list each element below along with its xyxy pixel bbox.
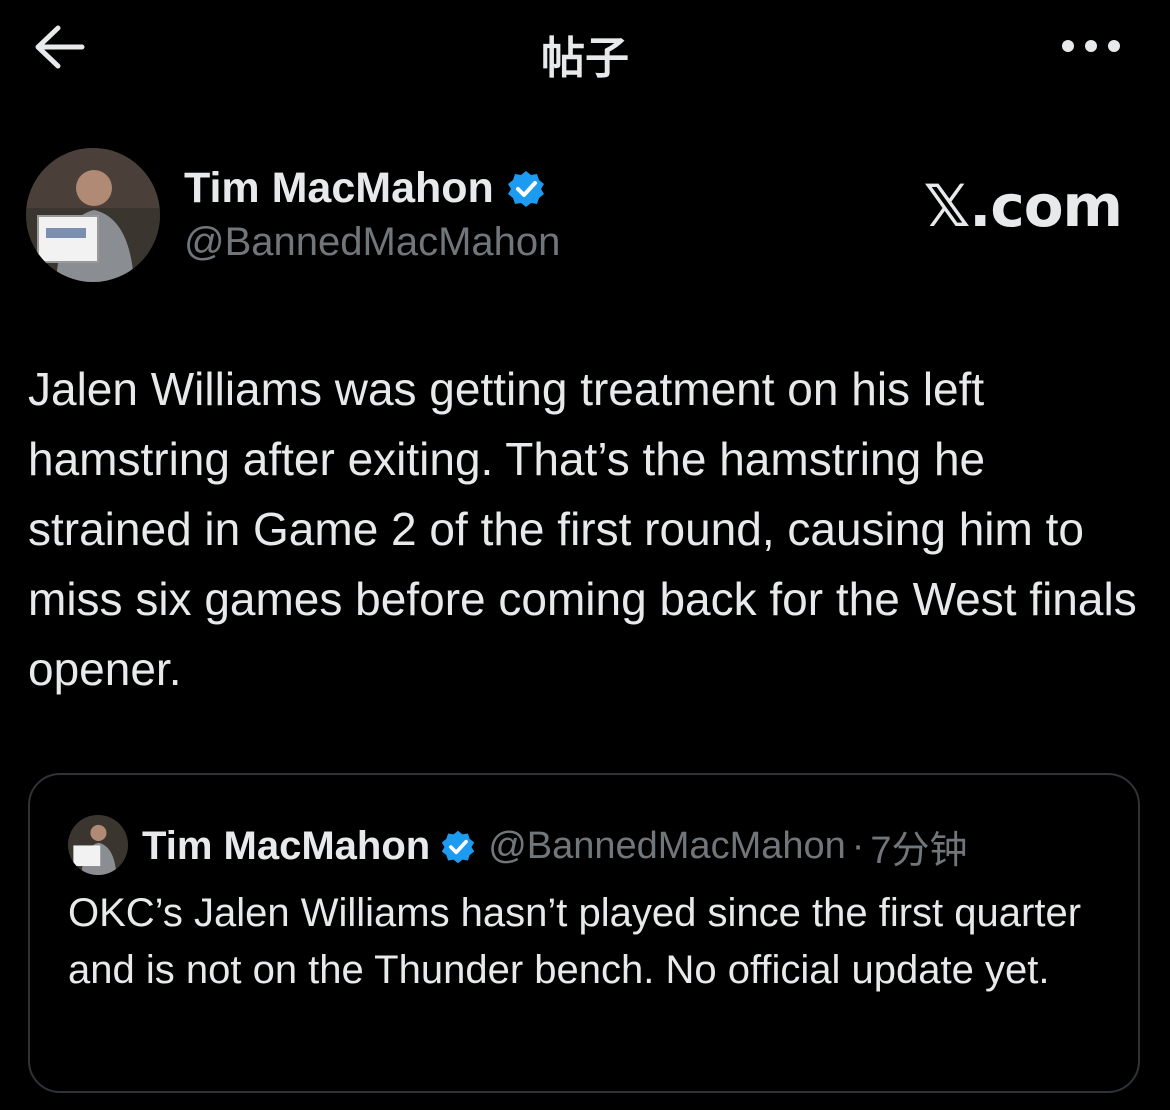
quoted-author-handle: @BannedMacMahon: [488, 825, 846, 867]
tweet-author: Tim MacMahon @BannedMacMahon 𝕏.com: [26, 148, 1146, 288]
author-handle[interactable]: @BannedMacMahon: [184, 220, 560, 265]
separator-dot: ·: [851, 825, 865, 867]
top-bar: 帖子: [0, 0, 1170, 100]
quoted-avatar: [68, 815, 128, 875]
author-name-text: Tim MacMahon: [184, 164, 494, 212]
quoted-timestamp: 7分钟: [870, 830, 968, 872]
quoted-tweet-card[interactable]: Tim MacMahon @BannedMacMahon · 7分钟 OKC’s…: [28, 773, 1140, 1093]
quoted-tweet-body: OKC’s Jalen Williams hasn’t played since…: [68, 891, 1082, 992]
avatar[interactable]: [26, 148, 160, 282]
verified-badge-icon: [507, 170, 544, 207]
page-title: 帖子: [541, 34, 629, 83]
verified-badge-icon: [441, 830, 475, 863]
arrow-left-icon: [35, 25, 85, 69]
tweet-body: Jalen Williams was getting treatment on …: [28, 363, 1137, 695]
quoted-tweet-header: Tim MacMahon @BannedMacMahon · 7分钟: [142, 819, 968, 874]
more-horizontal-icon: [1062, 40, 1120, 52]
brand-watermark: 𝕏.com: [923, 172, 1123, 240]
author-name[interactable]: Tim MacMahon: [184, 164, 546, 213]
more-options-button[interactable]: [1060, 26, 1122, 66]
back-button[interactable]: [30, 20, 90, 74]
quoted-author-name: Tim MacMahon: [142, 824, 431, 868]
